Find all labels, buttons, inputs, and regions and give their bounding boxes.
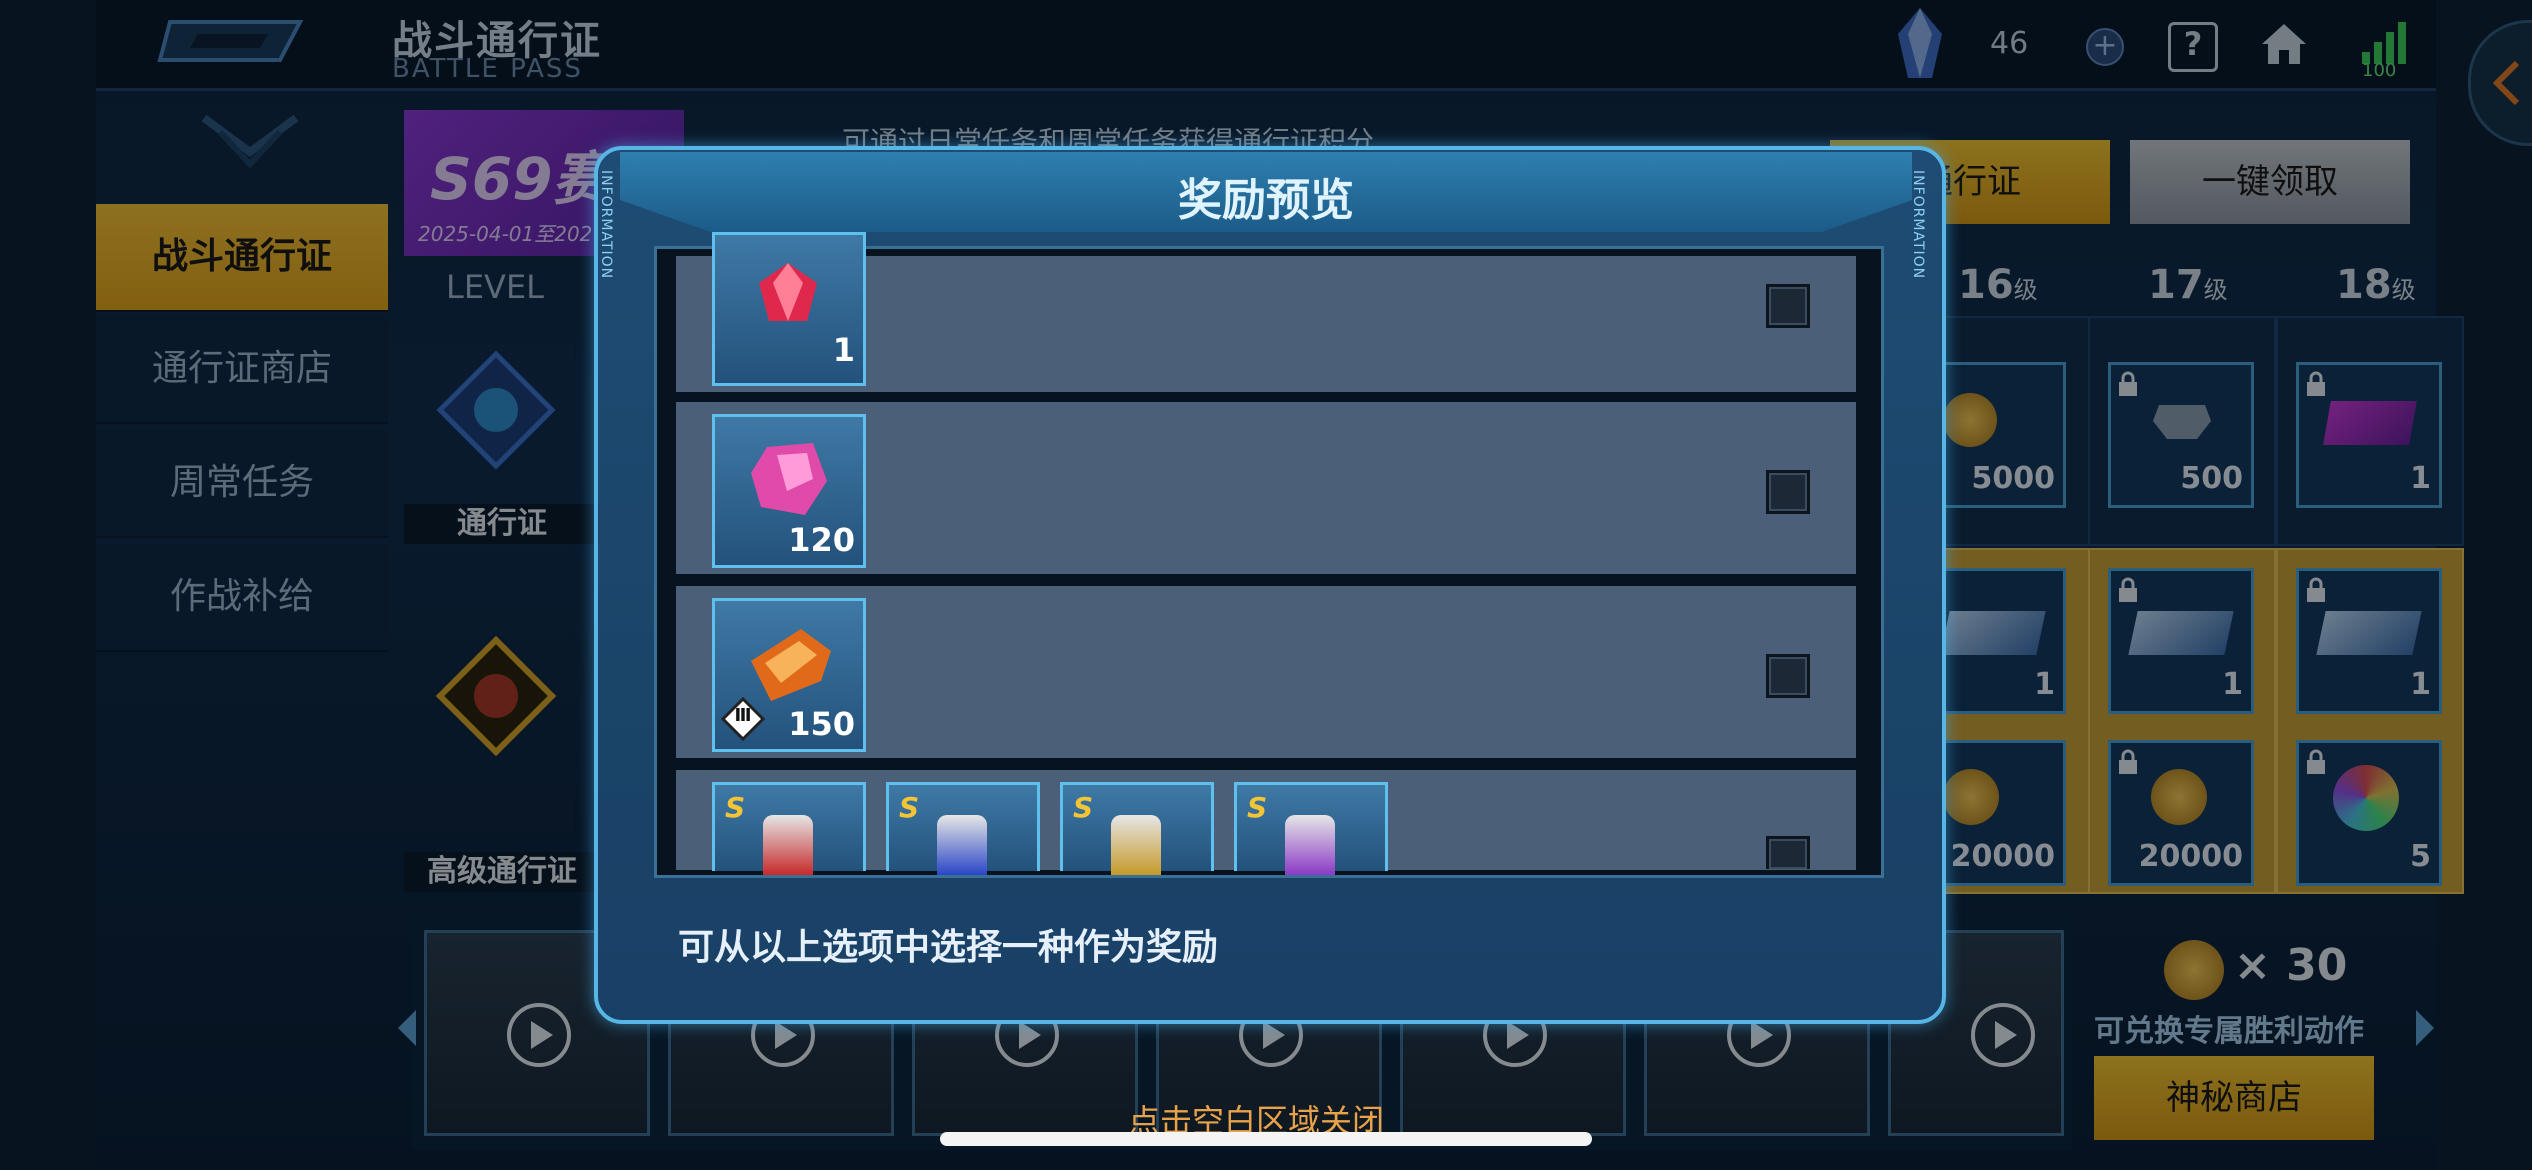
reward-icon-frame: Ⅲ 150 [712, 598, 866, 752]
reward-icon-frame: S [1060, 782, 1214, 875]
red-gem-icon [759, 263, 817, 321]
pink-crystal-icon [751, 443, 827, 515]
modal-title: 奖励预览 [1178, 175, 1354, 226]
info-side-tag: INFORMATION [1910, 170, 1926, 280]
red-canister-icon [763, 815, 813, 875]
option-checkbox[interactable] [1766, 284, 1810, 328]
reward-count: 150 [788, 705, 855, 743]
s-grade-badge: S [899, 791, 920, 824]
option-checkbox[interactable] [1766, 470, 1810, 514]
reward-count: 1 [832, 331, 855, 369]
reward-icon-frame: S [712, 782, 866, 875]
purple-canister-icon [1285, 815, 1335, 875]
divider [676, 392, 1856, 402]
armor-part-icon [751, 629, 831, 701]
reward-count: 120 [788, 521, 855, 559]
option-checkbox[interactable] [1766, 836, 1810, 869]
s-grade-badge: S [1247, 791, 1268, 824]
reward-icon-frame: 1 [712, 232, 866, 386]
divider [676, 574, 1856, 584]
reward-icon-frame: 120 [712, 414, 866, 568]
home-indicator[interactable] [940, 1132, 1592, 1146]
blue-canister-icon [937, 815, 987, 875]
divider [676, 758, 1856, 768]
selection-hint: 可从以上选项中选择一种作为奖励 [678, 927, 1219, 968]
reward-icon-frame: S [886, 782, 1040, 875]
gold-canister-icon [1111, 815, 1161, 875]
s-grade-badge: S [1073, 791, 1094, 824]
reward-icon-frame: S [1234, 782, 1388, 875]
s-grade-badge: S [725, 791, 746, 824]
option-checkbox[interactable] [1766, 654, 1810, 698]
info-side-tag: INFORMATION [598, 170, 614, 280]
